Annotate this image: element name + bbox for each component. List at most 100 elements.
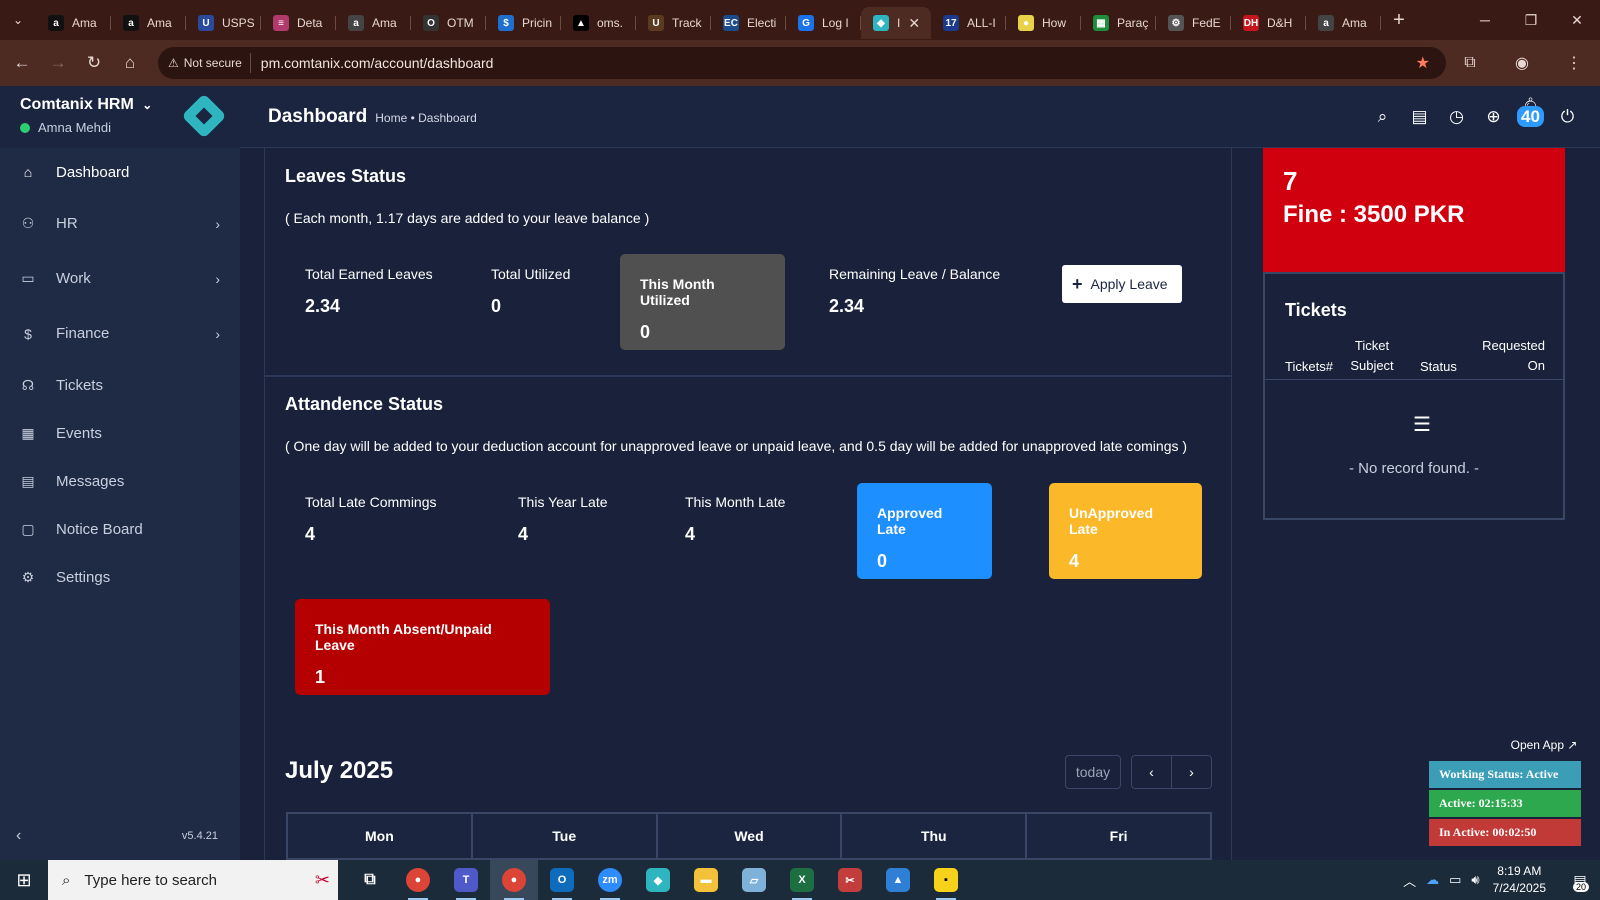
- forward-icon[interactable]: →: [40, 45, 76, 81]
- sidebar-item-label: Settings: [56, 568, 111, 586]
- volume-icon[interactable]: 🔊︎: [1471, 872, 1479, 888]
- browser-tab[interactable]: U Track: [636, 7, 711, 39]
- browser-tab[interactable]: G Log I: [786, 7, 861, 39]
- browser-tab[interactable]: DH D&H: [1231, 7, 1306, 39]
- new-tab-button[interactable]: +: [1381, 9, 1417, 32]
- browser-tab[interactable]: ● How: [1006, 7, 1081, 39]
- calendar-prev-button[interactable]: ‹: [1131, 755, 1172, 789]
- bell-icon[interactable]: 🔔︎40: [1512, 97, 1549, 137]
- apply-leave-label: Apply Leave: [1090, 276, 1168, 292]
- sidebar-item-dashboard[interactable]: ⌂ Dashboard: [0, 148, 240, 196]
- photos-icon[interactable]: ▲: [874, 860, 922, 900]
- omnibox[interactable]: ⚠ Not secure pm.comtanix.com/account/das…: [158, 47, 1446, 79]
- calendar-today-button[interactable]: today: [1065, 755, 1121, 789]
- browser-tab[interactable]: EC Electi: [711, 7, 786, 39]
- windows-start-icon[interactable]: ⊞: [0, 860, 48, 900]
- breadcrumb[interactable]: Home • Dashboard: [375, 111, 477, 125]
- minimize-icon[interactable]: ─: [1462, 0, 1508, 40]
- sidebar-item-settings[interactable]: ⚙ Settings: [0, 553, 240, 601]
- tray-expand-icon[interactable]: ︿: [1403, 871, 1416, 890]
- close-window-icon[interactable]: ✕: [1554, 0, 1600, 40]
- excel-icon[interactable]: X: [778, 860, 826, 900]
- browser-tab[interactable]: a Ama: [36, 7, 111, 39]
- calendar-next-button[interactable]: ›: [1171, 755, 1212, 789]
- tab-favicon-icon: ▦: [1093, 15, 1109, 31]
- tab-title: Ama: [1342, 16, 1367, 30]
- network-icon[interactable]: ▭: [1449, 872, 1461, 888]
- power-icon[interactable]: ⏻: [1549, 107, 1586, 127]
- tab-favicon-icon: a: [1318, 15, 1334, 31]
- sidebar-item-finance[interactable]: $ Finance ›: [0, 306, 240, 361]
- browser-tab[interactable]: ⚙ FedE: [1156, 7, 1231, 39]
- bookmark-star-icon[interactable]: ★: [1416, 53, 1430, 73]
- file-explorer-icon[interactable]: ▬: [682, 860, 730, 900]
- sidebar-item-notice-board[interactable]: ▢ Notice Board: [0, 505, 240, 553]
- tab-title: OTM: [447, 16, 474, 30]
- browser-tab[interactable]: ◆ I ✕: [861, 7, 931, 39]
- month-utilized-box: This Month Utilized 0: [620, 254, 785, 350]
- notepad-icon[interactable]: ▱: [730, 860, 778, 900]
- chrome-profile-icon[interactable]: ●: [490, 860, 538, 900]
- browser-tab[interactable]: ≡ Deta: [261, 7, 336, 39]
- taskbar-search[interactable]: ⌕ Type here to search ✂: [48, 860, 338, 900]
- comtanix-app-icon[interactable]: ◆: [634, 860, 682, 900]
- browser-tab[interactable]: a Ama: [1306, 7, 1381, 39]
- calendar-icon: ▦: [21, 424, 35, 441]
- notes-icon[interactable]: ▤: [1401, 107, 1438, 127]
- back-icon[interactable]: ←: [4, 45, 40, 81]
- reload-icon[interactable]: ↻: [76, 45, 112, 81]
- sidebar-item-work[interactable]: ▭ Work ›: [0, 251, 240, 306]
- clock-icon[interactable]: ◷: [1438, 107, 1475, 127]
- browser-tab[interactable]: O OTM: [411, 7, 486, 39]
- sidebar-item-tickets[interactable]: ☊ Tickets: [0, 361, 240, 409]
- chrome-icon[interactable]: ●: [394, 860, 442, 900]
- profile-icon[interactable]: ◉: [1496, 53, 1548, 73]
- url-text[interactable]: pm.comtanix.com/account/dashboard: [261, 55, 494, 71]
- fine-summary-box: 7 Fine : 3500 PKR: [1263, 148, 1565, 272]
- sidebar-item-hr[interactable]: ⚇ HR ›: [0, 196, 240, 251]
- close-tab-icon[interactable]: ✕: [908, 15, 920, 32]
- search-icon[interactable]: ⌕: [1364, 107, 1401, 127]
- home-browser-icon[interactable]: ⌂: [112, 45, 148, 81]
- collapse-sidebar-icon[interactable]: ‹: [16, 827, 21, 845]
- tab-search-chevron-icon[interactable]: ⌄: [0, 0, 36, 40]
- tab-title: USPS: [222, 16, 255, 30]
- teams-icon[interactable]: T: [442, 860, 490, 900]
- open-app-button[interactable]: Open App ↗: [1504, 733, 1584, 757]
- onedrive-icon[interactable]: ☁: [1426, 872, 1439, 888]
- zoom-icon[interactable]: zm: [586, 860, 634, 900]
- browser-tab[interactable]: 17 ALL-I: [931, 7, 1006, 39]
- not-secure-indicator[interactable]: ⚠ Not secure: [168, 53, 251, 73]
- browser-tab[interactable]: $ Pricin: [486, 7, 561, 39]
- clock-date: 7/24/2025: [1492, 881, 1546, 895]
- browser-tab[interactable]: ▲ oms.: [561, 7, 636, 39]
- taskbar-clock[interactable]: 8:19 AM 7/24/2025: [1493, 863, 1546, 897]
- notification-badge: 40: [1517, 106, 1544, 127]
- browser-tab[interactable]: a Ama: [111, 7, 186, 39]
- browser-tab[interactable]: U USPS: [186, 7, 261, 39]
- fine-count: 7: [1283, 166, 1298, 196]
- col-requested-on: Requested On: [1482, 338, 1545, 373]
- month-late-label: This Month Late: [685, 494, 786, 510]
- chevron-down-icon[interactable]: ⌄: [142, 98, 152, 112]
- browser-tabs: a Ama a Ama U USPS ≡ Deta a Ama O OTM $ Pricin ▲ oms. U T…: [36, 0, 1381, 40]
- apply-leave-button[interactable]: + Apply Leave: [1062, 265, 1182, 303]
- sticky-notes-icon[interactable]: ▪: [922, 860, 970, 900]
- action-center-icon[interactable]: ▤ 20: [1560, 860, 1600, 900]
- sidebar-item-events[interactable]: ▦ Events: [0, 409, 240, 457]
- tab-favicon-icon: EC: [723, 15, 739, 31]
- extensions-icon[interactable]: ⧉: [1444, 54, 1496, 72]
- add-circle-icon[interactable]: ⊕: [1475, 107, 1512, 127]
- total-late-stat: Total Late Commings 4: [305, 494, 437, 545]
- sidebar-item-messages[interactable]: ▤ Messages: [0, 457, 240, 505]
- active-timer: Active: 02:15:33: [1429, 790, 1581, 817]
- outlook-icon[interactable]: O: [538, 860, 586, 900]
- browser-tab[interactable]: ▦ Paraç: [1081, 7, 1156, 39]
- snipping-tool-icon[interactable]: ✂: [826, 860, 874, 900]
- browser-menu-icon[interactable]: ⋮: [1548, 53, 1600, 73]
- approved-late-label: Approved Late: [877, 505, 943, 537]
- maximize-icon[interactable]: ❐: [1508, 0, 1554, 40]
- task-view-icon[interactable]: ⧉: [346, 860, 394, 900]
- browser-tab[interactable]: a Ama: [336, 7, 411, 39]
- tab-favicon-icon: a: [48, 15, 64, 31]
